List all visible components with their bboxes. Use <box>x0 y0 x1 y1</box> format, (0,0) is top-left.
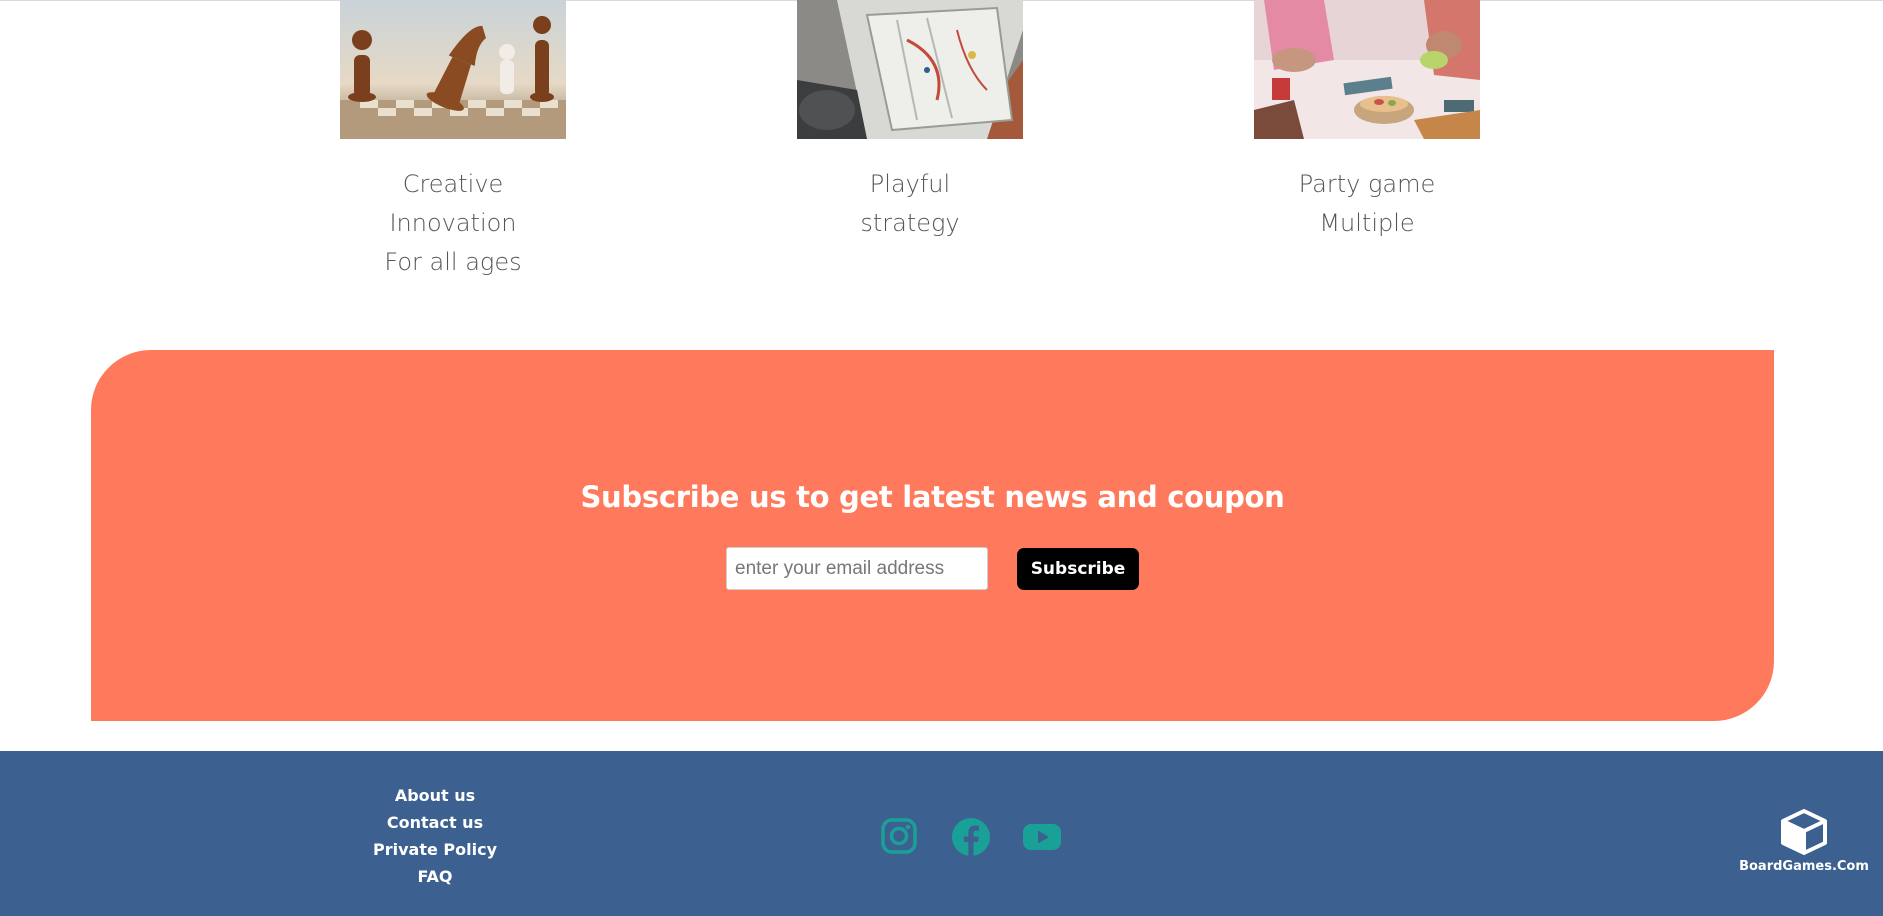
card-line: Innovation <box>389 209 517 237</box>
footer-link-faq[interactable]: FAQ <box>335 863 535 890</box>
subscribe-title: Subscribe us to get latest news and coup… <box>580 480 1285 514</box>
page: Creative Innovation For all ages Playful… <box>0 0 1883 916</box>
footer: About us Contact us Private Policy FAQ B… <box>0 751 1883 916</box>
feature-card-creative: Creative Innovation For all ages <box>340 0 566 282</box>
footer-link-contact[interactable]: Contact us <box>335 809 535 836</box>
card-line: strategy <box>860 209 960 237</box>
subscribe-section: Subscribe us to get latest news and coup… <box>91 350 1774 721</box>
facebook-icon[interactable] <box>951 817 991 857</box>
brand[interactable]: BoardGames.Com <box>1739 809 1869 874</box>
brand-name: BoardGames.Com <box>1739 859 1869 874</box>
footer-links: About us Contact us Private Policy FAQ <box>335 782 535 890</box>
card-line: Playful <box>869 170 951 198</box>
email-input[interactable] <box>726 547 988 590</box>
card-line: Creative <box>402 170 504 198</box>
card-line: Party game <box>1298 170 1436 198</box>
card-line: Multiple <box>1319 209 1415 237</box>
feature-card-playful: Playful strategy <box>797 0 1023 243</box>
card-line: For all ages <box>384 248 522 276</box>
card-caption: Creative Innovation For all ages <box>340 165 566 282</box>
feature-card-party: Party game Multiple <box>1254 0 1480 243</box>
board-game-image <box>797 0 1023 139</box>
party-game-image <box>1254 0 1480 139</box>
cube-logo-icon <box>1781 809 1827 855</box>
card-caption: Playful strategy <box>797 165 1023 243</box>
instagram-icon[interactable] <box>880 817 918 855</box>
subscribe-button[interactable]: Subscribe <box>1017 548 1139 590</box>
card-caption: Party game Multiple <box>1254 165 1480 243</box>
chess-pieces-image <box>340 0 566 139</box>
footer-link-about[interactable]: About us <box>335 782 535 809</box>
footer-link-privacy[interactable]: Private Policy <box>335 836 535 863</box>
youtube-icon[interactable] <box>1022 817 1062 857</box>
